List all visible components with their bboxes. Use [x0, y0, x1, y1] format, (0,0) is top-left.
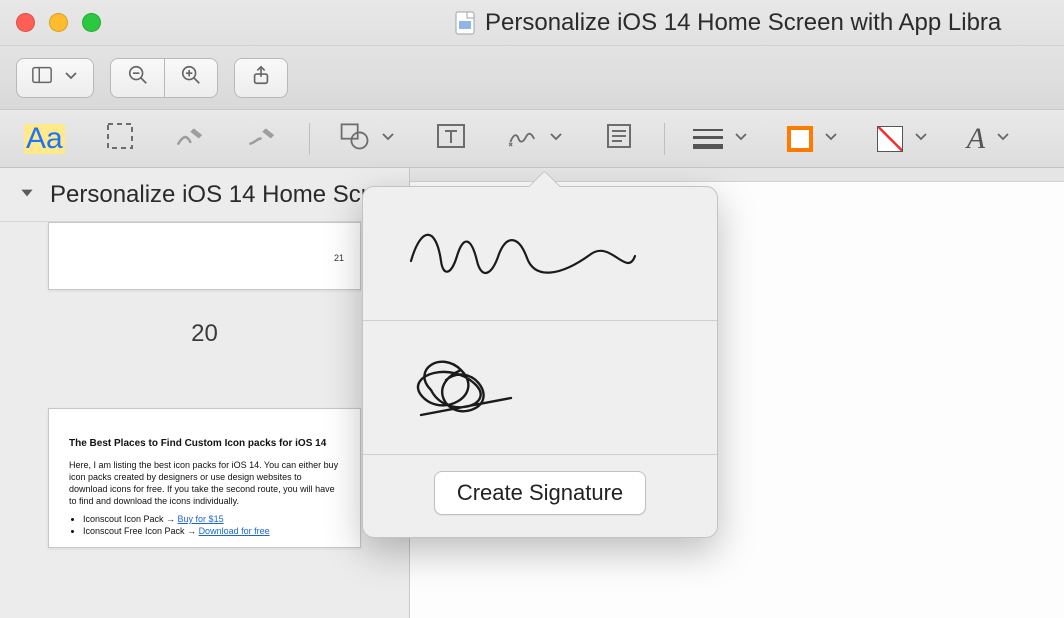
saved-signature-item[interactable]	[363, 187, 717, 321]
window-title: Personalize iOS 14 Home Screen with App …	[455, 0, 1001, 46]
thumb-link-item: Iconscout Free Icon Pack → Download for …	[83, 525, 340, 537]
chevron-down-icon	[548, 128, 564, 149]
toolbar-separator	[309, 123, 310, 155]
thumbnail-list[interactable]: 21 20 The Best Places to Find Custom Ico…	[0, 222, 409, 618]
minimize-window-button[interactable]	[49, 13, 68, 32]
toolbar-separator	[664, 123, 665, 155]
sketch-button[interactable]	[171, 119, 213, 159]
text-box-button[interactable]	[430, 119, 472, 159]
window-titlebar: Personalize iOS 14 Home Screen with App …	[0, 0, 1064, 46]
saved-signature-item[interactable]	[363, 321, 717, 455]
signature-preview-icon	[391, 340, 651, 435]
thumb-link-item: Iconscout Icon Pack → Buy for $15	[83, 513, 340, 525]
thumb-link-prefix: Iconscout Icon Pack →	[83, 514, 178, 524]
thumb-link[interactable]: Download for free	[199, 526, 270, 536]
shapes-icon	[338, 119, 372, 158]
zoom-in-button[interactable]	[164, 58, 218, 98]
line-style-icon	[693, 129, 723, 149]
selection-rect-button[interactable]	[99, 119, 141, 159]
annotation-toolbar: Aa	[0, 110, 1064, 168]
page-gap	[410, 168, 1064, 182]
sidebar-header[interactable]: Personalize iOS 14 Home Scre	[0, 168, 409, 222]
zoom-out-icon	[127, 64, 149, 91]
fill-color-swatch-icon	[877, 126, 903, 152]
thumb-page-tiny-number: 21	[334, 253, 344, 263]
share-button[interactable]	[234, 58, 288, 98]
zoom-in-icon	[180, 64, 202, 91]
thumb-link[interactable]: Buy for $15	[178, 514, 224, 524]
thumbnail-sidebar: Personalize iOS 14 Home Scre 21 20 The B…	[0, 168, 410, 618]
document-icon	[455, 11, 475, 35]
note-button[interactable]	[598, 119, 640, 159]
text-box-icon	[434, 119, 468, 158]
sidebar-doc-title: Personalize iOS 14 Home Scre	[50, 181, 382, 209]
chevron-down-icon	[63, 67, 79, 88]
zoom-window-button[interactable]	[82, 13, 101, 32]
highlight-text-button[interactable]: Aa	[20, 119, 69, 159]
fill-color-button[interactable]	[873, 119, 933, 159]
thumb-body: Here, I am listing the best icon packs f…	[69, 459, 340, 508]
border-color-swatch-icon	[787, 126, 813, 152]
main-toolbar	[0, 46, 1064, 110]
signature-popover-footer: Create Signature	[363, 455, 717, 537]
sidebar-icon	[31, 64, 53, 91]
border-color-button[interactable]	[783, 119, 843, 159]
close-window-button[interactable]	[16, 13, 35, 32]
line-style-button[interactable]	[689, 119, 753, 159]
chevron-down-icon	[823, 128, 839, 149]
highlight-text-label: Aa	[24, 124, 65, 154]
share-icon	[250, 64, 272, 91]
draw-icon	[247, 119, 281, 158]
traffic-lights	[16, 13, 101, 32]
window-title-text: Personalize iOS 14 Home Screen with App …	[485, 9, 1001, 37]
page-thumbnail[interactable]: 21	[48, 222, 361, 290]
thumb-link-prefix: Iconscout Free Icon Pack →	[83, 526, 199, 536]
disclosure-triangle-icon[interactable]	[18, 181, 36, 209]
signature-popover: Create Signature	[362, 186, 718, 538]
chevron-down-icon	[913, 128, 929, 149]
sidebar-toggle-button[interactable]	[16, 58, 94, 98]
draw-button[interactable]	[243, 119, 285, 159]
zoom-group	[110, 58, 218, 98]
page-thumbnail[interactable]: The Best Places to Find Custom Icon pack…	[48, 408, 361, 548]
sketch-icon	[175, 119, 209, 158]
thumb-heading: The Best Places to Find Custom Icon pack…	[69, 437, 340, 451]
text-style-button[interactable]: A	[963, 119, 1015, 159]
chevron-down-icon	[733, 128, 749, 149]
shapes-button[interactable]	[334, 119, 400, 159]
signature-icon	[506, 119, 540, 158]
zoom-out-button[interactable]	[110, 58, 164, 98]
selection-rect-icon	[103, 119, 137, 158]
page-number-label: 20	[48, 320, 361, 348]
chevron-down-icon	[380, 128, 396, 149]
note-icon	[602, 119, 636, 158]
chevron-down-icon	[995, 128, 1011, 149]
create-signature-button[interactable]: Create Signature	[434, 471, 646, 515]
signature-preview-icon	[391, 206, 651, 301]
text-style-icon: A	[967, 122, 985, 156]
sign-button[interactable]	[502, 119, 568, 159]
